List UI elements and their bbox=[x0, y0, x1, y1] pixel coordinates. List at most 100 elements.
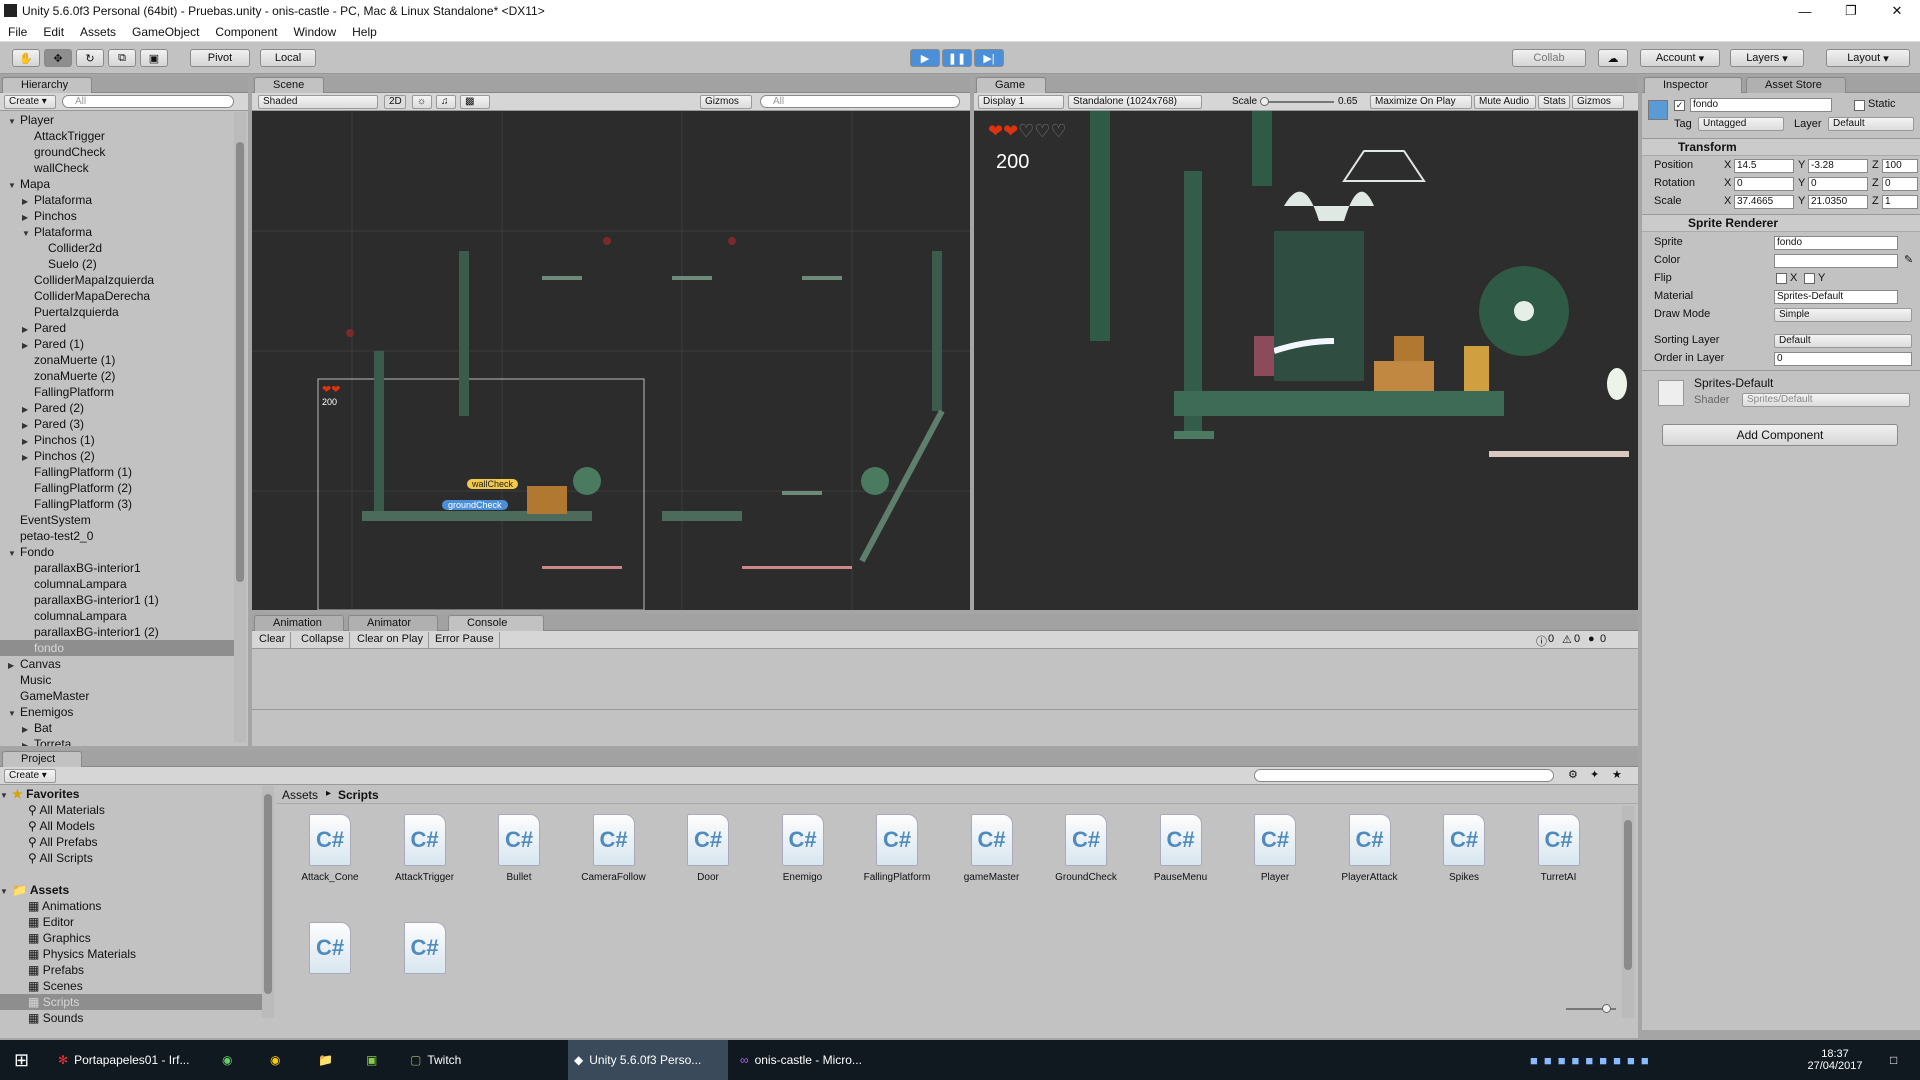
console-clear-button[interactable]: Clear bbox=[254, 632, 292, 648]
asset-folder-item[interactable]: ▦ Sounds bbox=[0, 1010, 262, 1026]
asset-folder-item[interactable]: ▦ Prefabs bbox=[0, 962, 262, 978]
script-asset[interactable]: C# bbox=[290, 922, 370, 980]
favorites-header[interactable]: ▼ ★ Favorites bbox=[0, 786, 79, 802]
hierarchy-search-input[interactable]: All bbox=[62, 95, 234, 108]
hierarchy-item[interactable]: zonaMuerte (2) bbox=[0, 368, 234, 384]
audio-icon[interactable]: ♫ bbox=[436, 95, 456, 109]
hierarchy-item[interactable]: ▶ Pared (1) bbox=[0, 336, 234, 352]
filter-type-icon[interactable]: ⚙ bbox=[1568, 768, 1578, 781]
sorting-layer-dropdown[interactable]: Default bbox=[1774, 334, 1912, 348]
effects-icon[interactable]: ▩ bbox=[460, 95, 490, 109]
favorite-item[interactable]: ⚲ All Materials bbox=[0, 802, 105, 818]
hierarchy-item[interactable]: petao-test2_0 bbox=[0, 528, 234, 544]
asset-scroll-thumb[interactable] bbox=[1624, 820, 1632, 970]
icon-size-thumb[interactable] bbox=[1602, 1004, 1611, 1013]
script-asset[interactable]: C# Door bbox=[668, 814, 748, 883]
script-asset[interactable]: C# GroundCheck bbox=[1046, 814, 1126, 883]
object-name-input[interactable]: fondo bbox=[1690, 98, 1832, 112]
static-checkbox[interactable] bbox=[1854, 100, 1865, 111]
position-z-field[interactable]: 100 bbox=[1882, 159, 1918, 173]
hierarchy-scrollbar[interactable] bbox=[234, 112, 246, 742]
local-button[interactable]: Local bbox=[260, 49, 316, 67]
hierarchy-scroll-thumb[interactable] bbox=[236, 142, 244, 582]
asset-folder-item[interactable]: ▦ Scenes bbox=[0, 978, 262, 994]
script-asset[interactable]: C# FallingPlatform bbox=[857, 814, 937, 883]
chrome-icon[interactable]: ◉ bbox=[270, 1040, 300, 1080]
hierarchy-item[interactable]: ▶ Pinchos (1) bbox=[0, 432, 234, 448]
asset-scrollbar[interactable] bbox=[1622, 806, 1634, 1018]
taskbar-visual-studio[interactable]: ∞ onis-castle - Micro... bbox=[734, 1040, 894, 1080]
layers-dropdown[interactable]: Layers ▾ bbox=[1730, 49, 1804, 67]
hierarchy-item[interactable]: FallingPlatform bbox=[0, 384, 234, 400]
tab-inspector[interactable]: Inspector bbox=[1644, 77, 1742, 93]
console-error-pause-button[interactable]: Error Pause bbox=[430, 632, 500, 648]
tab-hierarchy[interactable]: Hierarchy bbox=[2, 77, 92, 93]
material-field[interactable]: Sprites-Default bbox=[1774, 290, 1898, 304]
account-dropdown[interactable]: Account ▾ bbox=[1640, 49, 1720, 67]
tab-animator[interactable]: Animator bbox=[348, 615, 438, 631]
warning-icon[interactable]: ⚠ bbox=[1562, 633, 1572, 646]
menu-assets[interactable]: Assets bbox=[72, 25, 124, 39]
hierarchy-item[interactable]: wallCheck bbox=[0, 160, 234, 176]
2d-toggle[interactable]: 2D bbox=[384, 95, 406, 109]
hierarchy-item[interactable]: parallaxBG-interior1 (1) bbox=[0, 592, 234, 608]
shader-dropdown[interactable]: Sprites/Default bbox=[1742, 393, 1910, 407]
flip-y-checkbox[interactable] bbox=[1804, 273, 1815, 284]
add-component-button[interactable]: Add Component bbox=[1662, 424, 1898, 446]
draw-mode-dropdown[interactable]: Simple bbox=[1774, 308, 1912, 322]
rotation-z-field[interactable]: 0 bbox=[1882, 177, 1918, 191]
hierarchy-item[interactable]: ▶ Pared bbox=[0, 320, 234, 336]
tab-game[interactable]: Game bbox=[976, 77, 1046, 93]
tag-dropdown[interactable]: Untagged bbox=[1698, 117, 1784, 131]
script-asset[interactable]: C# AttackTrigger bbox=[385, 814, 465, 883]
order-in-layer-field[interactable]: 0 bbox=[1774, 352, 1912, 366]
menu-gameobject[interactable]: GameObject bbox=[124, 25, 207, 39]
position-x-field[interactable]: 14.5 bbox=[1734, 159, 1794, 173]
position-y-field[interactable]: -3.28 bbox=[1808, 159, 1868, 173]
hierarchy-item[interactable]: ▼ Plataforma bbox=[0, 224, 234, 240]
hierarchy-item[interactable]: groundCheck bbox=[0, 144, 234, 160]
hierarchy-item[interactable]: Suelo (2) bbox=[0, 256, 234, 272]
script-asset[interactable]: C# Player bbox=[1235, 814, 1315, 883]
maximize-on-play-toggle[interactable]: Maximize On Play bbox=[1370, 95, 1472, 109]
tab-project[interactable]: Project bbox=[2, 751, 82, 767]
script-asset[interactable]: C# CameraFollow bbox=[574, 814, 654, 883]
collab-button[interactable]: Collab bbox=[1512, 49, 1586, 67]
play-icon[interactable]: ▶ bbox=[910, 49, 940, 67]
hierarchy-item[interactable]: ▼ Player bbox=[0, 112, 234, 128]
taskbar-unity[interactable]: ◆ Unity 5.6.0f3 Perso... bbox=[568, 1040, 728, 1080]
hierarchy-item[interactable]: ▼ Mapa bbox=[0, 176, 234, 192]
info-icon[interactable]: ⓘ bbox=[1536, 633, 1547, 649]
hierarchy-item[interactable]: parallaxBG-interior1 bbox=[0, 560, 234, 576]
breadcrumb-scripts[interactable]: Scripts bbox=[338, 788, 379, 802]
hierarchy-item[interactable]: ▶ Pared (2) bbox=[0, 400, 234, 416]
menu-help[interactable]: Help bbox=[344, 25, 385, 39]
wallcheck-label[interactable]: wallCheck bbox=[467, 479, 519, 489]
script-asset[interactable]: C# Enemigo bbox=[763, 814, 843, 883]
folder-scroll-thumb[interactable] bbox=[264, 794, 272, 994]
move-tool-icon[interactable]: ✥ bbox=[44, 49, 72, 67]
cloud-icon[interactable]: ☁ bbox=[1598, 49, 1628, 67]
project-create-dropdown[interactable]: Create ▾ bbox=[4, 769, 56, 783]
hierarchy-item[interactable]: ▶ Canvas bbox=[0, 656, 234, 672]
project-search-input[interactable] bbox=[1254, 769, 1554, 782]
close-icon[interactable]: ✕ bbox=[1874, 0, 1920, 22]
asset-folder-item[interactable]: ▦ Physics Materials bbox=[0, 946, 262, 962]
clock[interactable]: 18:37 27/04/2017 bbox=[1790, 1040, 1880, 1080]
maximize-icon[interactable]: ❐ bbox=[1828, 0, 1874, 22]
scale-x-field[interactable]: 37.4665 bbox=[1734, 195, 1794, 209]
script-asset[interactable]: C# bbox=[385, 922, 465, 980]
favorite-star-icon[interactable]: ★ bbox=[1612, 768, 1622, 781]
hierarchy-item[interactable]: ColliderMapaDerecha bbox=[0, 288, 234, 304]
resolution-dropdown[interactable]: Standalone (1024x768) bbox=[1068, 95, 1202, 109]
hierarchy-item[interactable]: Collider2d bbox=[0, 240, 234, 256]
hierarchy-item[interactable]: PuertaIzquierda bbox=[0, 304, 234, 320]
hierarchy-item[interactable]: ColliderMapaIzquierda bbox=[0, 272, 234, 288]
taskbar-app-icon[interactable]: ◉ bbox=[222, 1040, 252, 1080]
pivot-button[interactable]: Pivot bbox=[190, 49, 250, 67]
sprite-renderer-header[interactable]: Sprite Renderer bbox=[1642, 214, 1920, 232]
hierarchy-item[interactable]: parallaxBG-interior1 (2) bbox=[0, 624, 234, 640]
asset-folder-item[interactable]: ▦ Editor bbox=[0, 914, 262, 930]
display-dropdown[interactable]: Display 1 bbox=[978, 95, 1064, 109]
hierarchy-create-dropdown[interactable]: Create ▾ bbox=[4, 95, 56, 109]
